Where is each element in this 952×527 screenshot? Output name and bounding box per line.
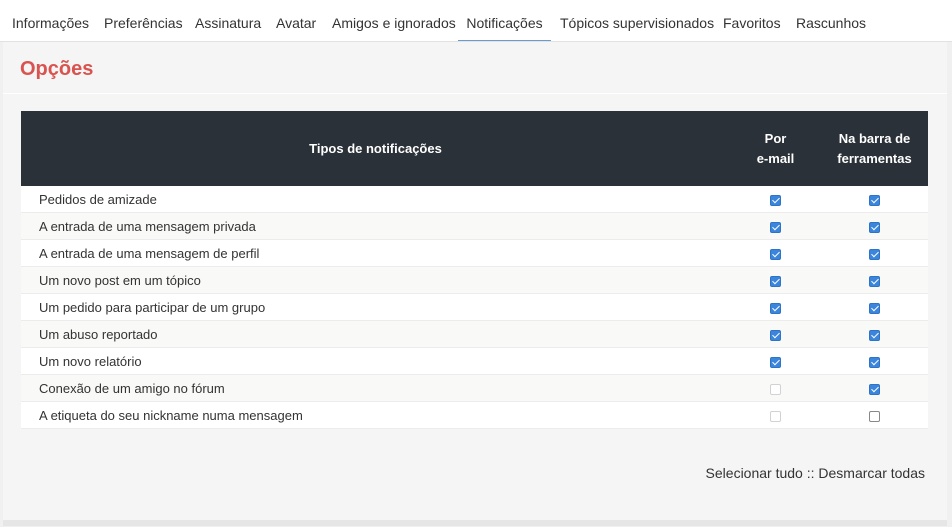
column-header-type-label: Tipos de notificações [309,140,442,156]
column-header-email-line1: Por [764,130,787,146]
email-checkbox[interactable] [770,302,781,314]
notification-type-label: A etiqueta do seu nickname numa mensagem [21,401,730,429]
toolbar-checkbox-cell [821,266,928,294]
notifications-panel: Opções Tipos de notificações Por e-mail … [0,41,952,527]
title-divider [3,93,947,94]
options-container: Opções Tipos de notificações Por e-mail … [3,42,947,526]
email-checkbox-cell [730,293,821,321]
toolbar-checkbox-cell [821,293,928,321]
notification-type-label: Pedidos de amizade [21,186,730,213]
toolbar-checkbox[interactable] [869,275,880,287]
column-header-email-line2: e-mail [756,150,795,166]
toolbar-checkbox-cell [821,374,928,402]
email-checkbox[interactable] [770,221,781,233]
column-header-toolbar-line1: Na barra de [838,130,911,146]
toolbar-checkbox[interactable] [869,356,880,368]
column-header-type: Tipos de notificações [21,111,730,186]
email-checkbox[interactable] [770,329,781,341]
email-checkbox[interactable] [770,356,781,368]
select-links-separator: :: [802,465,819,481]
toolbar-checkbox[interactable] [869,410,880,422]
email-checkbox [770,410,781,422]
table-row: Conexão de um amigo no fórum [21,374,928,402]
email-checkbox-cell [730,401,821,429]
email-checkbox-cell [730,212,821,240]
select-links: Selecionar tudo :: Desmarcar todas [706,465,925,481]
table-row: A entrada de uma mensagem privada [21,212,928,240]
notification-type-label: Um novo post em um tópico [21,266,730,294]
tab-preferencias[interactable]: Preferências [104,0,183,40]
notification-type-label: Um abuso reportado [21,320,730,348]
email-checkbox[interactable] [770,275,781,287]
column-header-email: Por e-mail [730,111,821,186]
tab-rascunhos[interactable]: Rascunhos [796,0,866,40]
table-row: Um novo post em um tópico [21,266,928,294]
column-header-toolbar: Na barra de ferramentas [821,111,928,186]
table-row: Um pedido para participar de um grupo [21,293,928,321]
select-all-link[interactable]: Selecionar tudo [706,465,803,481]
tab-assinatura[interactable]: Assinatura [195,0,261,40]
section-title: Opções [20,58,94,80]
toolbar-checkbox[interactable] [869,329,880,341]
tab-avatar[interactable]: Avatar [276,0,316,40]
tab-notificacoes[interactable]: Notificações [458,0,551,41]
toolbar-checkbox-cell [821,212,928,240]
table-row: A etiqueta do seu nickname numa mensagem [21,401,928,429]
email-checkbox-cell [730,320,821,348]
table-row: Pedidos de amizade [21,186,928,213]
email-checkbox-cell [730,266,821,294]
email-checkbox[interactable] [770,248,781,260]
toolbar-checkbox[interactable] [869,383,880,395]
tab-amigos-e-ignorados[interactable]: Amigos e ignorados [332,0,456,40]
table-row: A entrada de uma mensagem de perfil [21,239,928,267]
notification-type-label: A entrada de uma mensagem de perfil [21,239,730,267]
notification-type-label: Um pedido para participar de um grupo [21,293,730,321]
email-checkbox-cell [730,239,821,267]
toolbar-checkbox[interactable] [869,194,880,206]
notifications-table-body: Pedidos de amizade A entrada de uma mensa… [21,186,928,429]
toolbar-checkbox[interactable] [869,248,880,260]
email-checkbox[interactable] [770,194,781,206]
column-header-toolbar-line2: ferramentas [837,150,912,166]
email-checkbox [770,383,781,395]
toolbar-checkbox[interactable] [869,302,880,314]
table-row: Um novo relatório [21,347,928,375]
email-checkbox-cell [730,374,821,402]
table-row: Um abuso reportado [21,320,928,348]
tab-topicos-supervisionados[interactable]: Tópicos supervisionados [560,0,714,40]
toolbar-checkbox[interactable] [869,221,880,233]
email-checkbox-cell [730,186,821,213]
profile-tabs: Informações Preferências Assinatura Avat… [0,0,952,41]
notifications-table: Tipos de notificações Por e-mail Na barr… [21,111,928,429]
notification-type-label: Um novo relatório [21,347,730,375]
table-header-row: Tipos de notificações Por e-mail Na barr… [21,111,928,186]
tab-favoritos[interactable]: Favoritos [723,0,781,40]
email-checkbox-cell [730,347,821,375]
tab-informacoes[interactable]: Informações [12,0,89,40]
deselect-all-link[interactable]: Desmarcar todas [818,465,925,481]
toolbar-checkbox-cell [821,239,928,267]
notification-type-label: A entrada de uma mensagem privada [21,212,730,240]
toolbar-checkbox-cell [821,347,928,375]
toolbar-checkbox-cell [821,401,928,429]
toolbar-checkbox-cell [821,186,928,213]
notification-type-label: Conexão de um amigo no fórum [21,374,730,402]
toolbar-checkbox-cell [821,320,928,348]
